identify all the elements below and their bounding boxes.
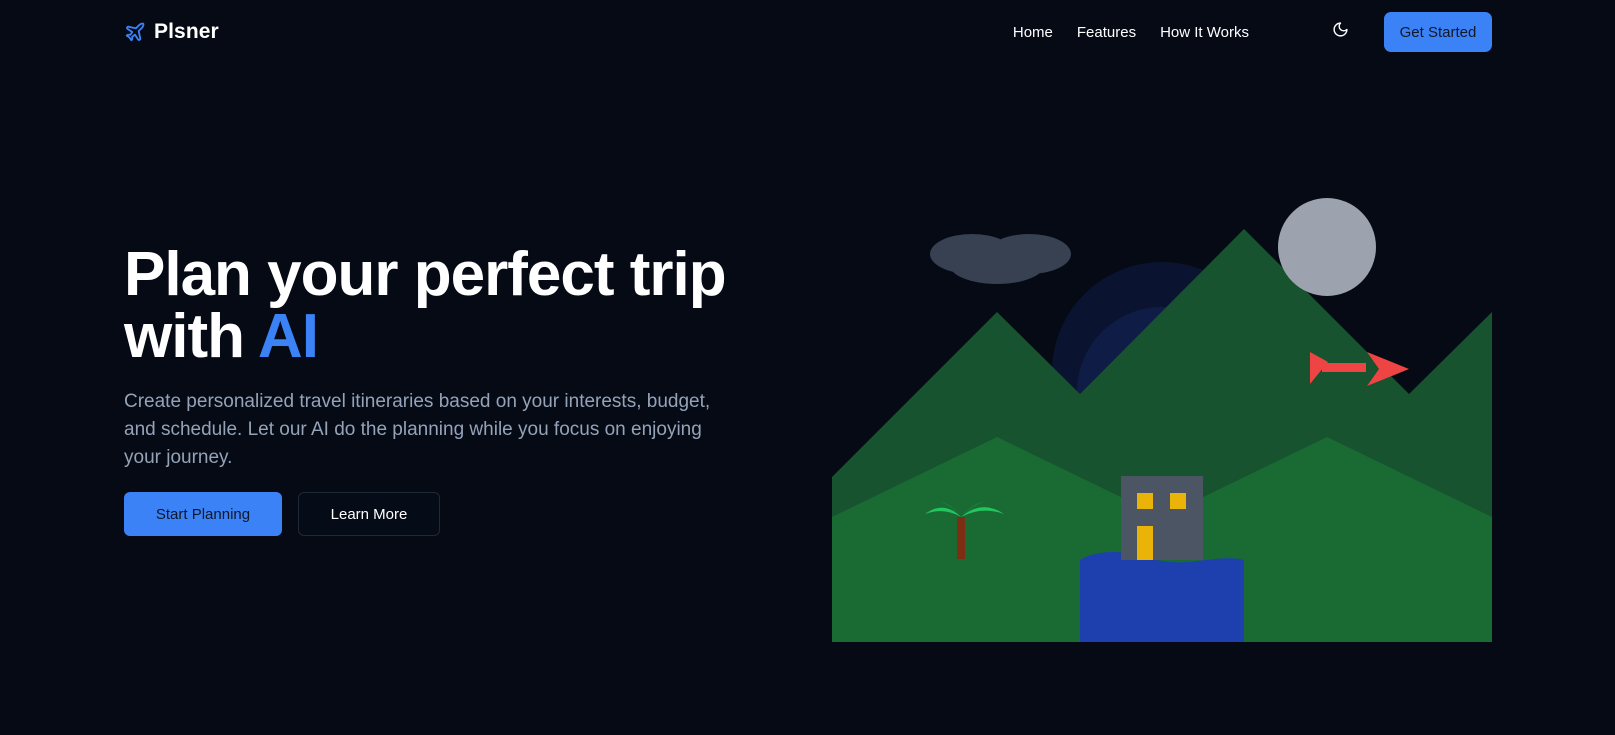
nav-link-how-it-works[interactable]: How It Works [1160, 24, 1249, 41]
navbar: Plsner Home Features How It Works Get St… [0, 0, 1615, 64]
hero-description: Create personalized travel itineraries b… [124, 391, 711, 468]
hero-buttons: Start Planning Learn More [124, 492, 744, 536]
get-started-button[interactable]: Get Started [1384, 12, 1492, 52]
moon-icon [1278, 198, 1376, 296]
brand-logo[interactable]: Plsner [124, 18, 219, 46]
main-nav: Home Features How It Works [1013, 0, 1249, 64]
cloud-icon [930, 234, 1071, 284]
airplane-icon [124, 21, 146, 43]
nav-link-features[interactable]: Features [1077, 24, 1136, 41]
hero-title: Plan your perfect trip with AI [124, 244, 744, 368]
hero-title-accent: AI [257, 302, 319, 371]
house-icon [1121, 476, 1203, 560]
lake [1080, 552, 1244, 642]
moon-icon [1332, 21, 1349, 43]
hero-section: Plan your perfect trip with AI Create pe… [124, 244, 744, 536]
hero-illustration [832, 192, 1492, 642]
hero-title-prefix: with [124, 302, 245, 371]
hero-title-line-1: Plan your perfect trip [124, 240, 727, 309]
brand-name: Plsner [154, 20, 219, 43]
start-planning-button[interactable]: Start Planning [124, 492, 282, 536]
learn-more-button[interactable]: Learn More [298, 492, 440, 536]
nav-link-home[interactable]: Home [1013, 24, 1053, 41]
theme-toggle-button[interactable] [1328, 20, 1352, 44]
